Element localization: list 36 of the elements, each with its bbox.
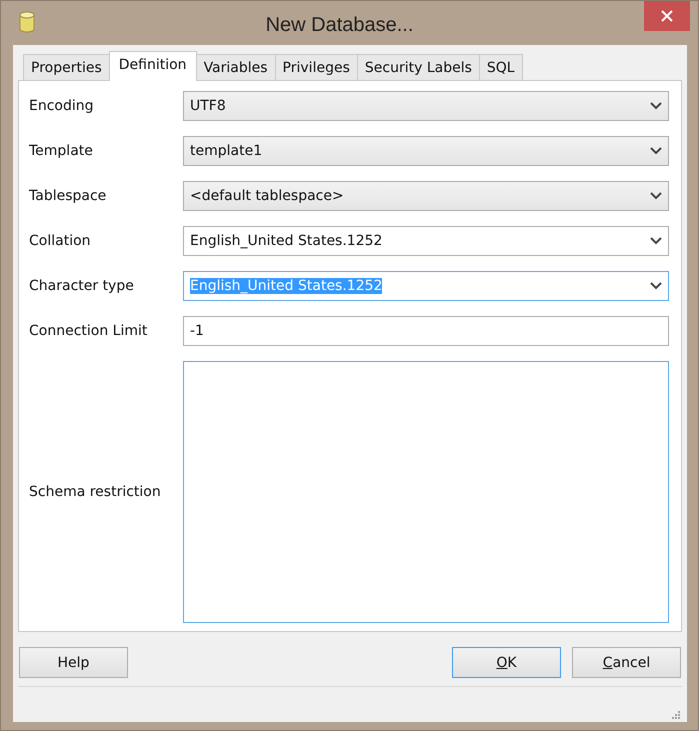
field-label: Collation [29, 233, 92, 249]
dropdown-value: UTF8 [190, 98, 227, 114]
tab[interactable]: Variables [196, 54, 276, 80]
chevron-down-icon [650, 192, 662, 200]
dropdown-value: <default tablespace> [190, 188, 345, 204]
tab[interactable]: SQL [478, 54, 523, 80]
input-field[interactable]: -1 [183, 316, 669, 346]
dropdown-value: template1 [190, 143, 264, 159]
tab[interactable]: Properties [23, 54, 110, 80]
chevron-down-icon [650, 237, 662, 245]
dropdown[interactable]: template1 [183, 136, 669, 166]
tab[interactable]: Definition [108, 51, 197, 81]
field-label: Character type [29, 278, 135, 294]
resize-grip-icon [671, 710, 681, 720]
dialog-button[interactable]: Help [19, 647, 128, 678]
tab[interactable]: Privileges [274, 54, 358, 80]
dialog-button[interactable]: Cancel [572, 647, 681, 678]
dropdown-value: English_United States.1252 [190, 233, 384, 249]
field-label: Connection Limit [29, 323, 148, 339]
window-title: New Database... [264, 14, 414, 36]
database-icon [19, 11, 35, 33]
dropdown[interactable]: English_United States.1252 [183, 226, 669, 256]
dropdown[interactable]: UTF8 [183, 91, 669, 121]
dropdown-value: English_United States.1252 [190, 278, 382, 294]
close-icon [661, 10, 673, 22]
tab[interactable]: Security Labels [356, 54, 480, 80]
field-label: Template [29, 143, 94, 159]
field-label: Encoding [29, 98, 95, 114]
field-label: Schema restriction [29, 484, 162, 500]
chevron-down-icon [650, 147, 662, 155]
field-label: Tablespace [29, 188, 108, 204]
chevron-down-icon [650, 282, 662, 290]
close-button[interactable] [644, 1, 690, 31]
chevron-down-icon [650, 102, 662, 110]
dropdown[interactable]: <default tablespace> [183, 181, 669, 211]
dialog-button[interactable]: OK [452, 647, 561, 678]
